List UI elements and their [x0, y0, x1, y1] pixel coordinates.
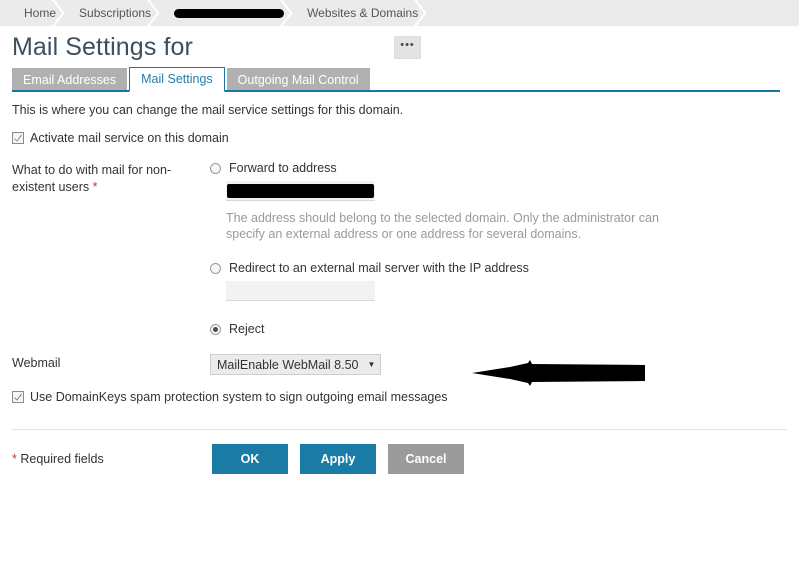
page-title: Mail Settings for: [12, 33, 200, 61]
tab-underline: [12, 90, 780, 92]
redaction-bar: [174, 8, 285, 18]
cancel-button[interactable]: Cancel: [388, 444, 464, 474]
breadcrumb-item-websites-and-domains[interactable]: Websites & Domains: [293, 0, 427, 26]
activate-mail-service-label: Activate mail service on this domain: [30, 131, 229, 145]
tab-label: Mail Settings: [141, 72, 213, 86]
breadcrumb-item-subscriptions[interactable]: Subscriptions: [65, 0, 160, 26]
tab-label: Email Addresses: [23, 73, 117, 87]
main-content: This is where you can change the mail se…: [0, 92, 799, 404]
radio-reject-label: Reject: [229, 322, 265, 336]
required-fields-text: Required fields: [16, 452, 104, 466]
page-header: Mail Settings for •••: [0, 26, 799, 67]
radio-redirect-external[interactable]: [210, 263, 221, 274]
webmail-row: Webmail MailEnable WebMail 8.50 ▼: [12, 354, 787, 375]
breadcrumb-item-label: Websites & Domains: [307, 6, 419, 20]
footer-actions: * Required fields OK Apply Cancel: [0, 430, 799, 474]
intro-text: This is where you can change the mail se…: [12, 103, 404, 117]
breadcrumb-item-redacted-domain[interactable]: [160, 0, 293, 26]
webmail-label: Webmail: [12, 356, 61, 370]
nonexistent-users-label: What to do with mail for non-existent us…: [12, 161, 210, 196]
breadcrumb-chevron-icon: [52, 0, 66, 26]
nonexistent-users-field-group: What to do with mail for non-existent us…: [12, 161, 787, 404]
forward-address-input[interactable]: [226, 181, 375, 201]
tab-mail-settings[interactable]: Mail Settings: [129, 67, 225, 92]
webmail-select[interactable]: MailEnable WebMail 8.50 ▼: [210, 354, 382, 375]
nonexistent-users-options: Forward to address The address should be…: [210, 161, 787, 336]
tab-bar: Email Addresses Mail Settings Outgoing M…: [0, 67, 799, 92]
webmail-control: MailEnable WebMail 8.50 ▼: [210, 354, 787, 375]
breadcrumb-item-home[interactable]: Home: [0, 0, 65, 26]
breadcrumb-chevron-icon: [414, 0, 428, 26]
radio-redirect-external-label: Redirect to an external mail server with…: [229, 261, 529, 275]
ellipsis-icon: •••: [400, 39, 415, 51]
button-group: OK Apply Cancel: [212, 444, 476, 474]
nonexistent-users-label-text: What to do with mail for non-existent us…: [12, 163, 172, 194]
redirect-ip-address-input[interactable]: [226, 281, 375, 301]
domainkeys-checkbox-row[interactable]: Use DomainKeys spam protection system to…: [12, 390, 787, 404]
option-forward-to-address-row[interactable]: Forward to address: [210, 161, 787, 175]
activate-mail-service-checkbox[interactable]: [12, 132, 24, 144]
redaction-bar: [227, 184, 374, 198]
required-fields-note: * Required fields: [12, 452, 212, 466]
radio-forward-to-address-label: Forward to address: [229, 161, 337, 175]
breadcrumb-item-label: Subscriptions: [79, 6, 152, 20]
ok-button[interactable]: OK: [212, 444, 288, 474]
tab-email-addresses[interactable]: Email Addresses: [12, 68, 128, 92]
domainkeys-checkbox[interactable]: [12, 391, 24, 403]
activate-mail-service-row[interactable]: Activate mail service on this domain: [12, 131, 787, 145]
option-redirect-external-row[interactable]: Redirect to an external mail server with…: [210, 261, 787, 275]
domainkeys-label: Use DomainKeys spam protection system to…: [30, 390, 448, 404]
breadcrumb-chevron-icon: [147, 0, 161, 26]
more-actions-button[interactable]: •••: [394, 36, 421, 59]
breadcrumb-chevron-icon: [280, 0, 294, 26]
apply-button[interactable]: Apply: [300, 444, 376, 474]
radio-forward-to-address[interactable]: [210, 163, 221, 174]
webmail-selected-value: MailEnable WebMail 8.50: [217, 357, 359, 372]
forward-address-hint: The address should belong to the selecte…: [226, 211, 659, 241]
tab-label: Outgoing Mail Control: [237, 73, 359, 87]
radio-reject[interactable]: [210, 324, 221, 335]
required-asterisk: *: [92, 180, 98, 194]
breadcrumb: Home Subscriptions Websites & Domains: [0, 0, 799, 26]
tab-outgoing-mail-control[interactable]: Outgoing Mail Control: [226, 68, 370, 92]
option-reject-row[interactable]: Reject: [210, 322, 787, 336]
nonexistent-users-row: What to do with mail for non-existent us…: [12, 161, 787, 336]
chevron-down-icon: ▼: [367, 360, 376, 369]
